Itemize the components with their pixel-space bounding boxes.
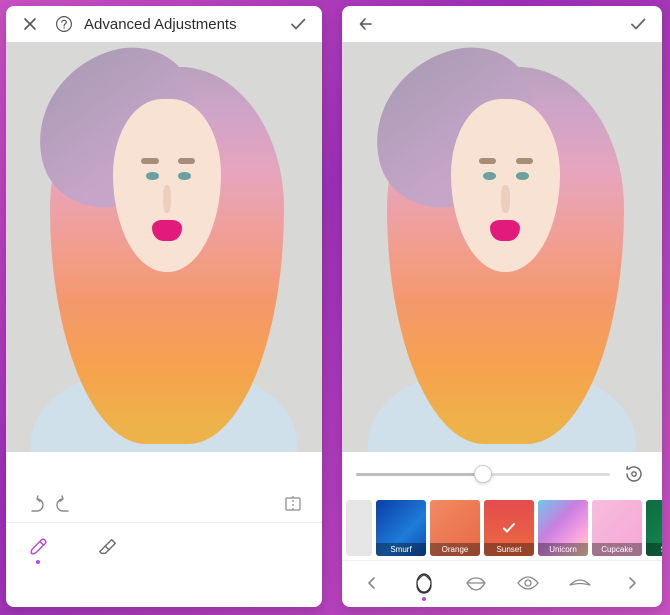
undo-button[interactable] — [20, 494, 50, 514]
color-swatch-row: Smurf Orange Sunset Unicorn Cupcake Sprite — [342, 496, 662, 560]
confirm-button[interactable] — [624, 10, 652, 38]
brush-tool[interactable] — [16, 536, 60, 564]
swatch-unicorn[interactable]: Unicorn — [538, 500, 588, 556]
feature-nav-left[interactable] — [354, 576, 390, 590]
history-row — [6, 452, 322, 522]
close-button[interactable] — [16, 10, 44, 38]
swatch-cupcake[interactable]: Cupcake — [592, 500, 642, 556]
swatch-label: Sprite — [646, 543, 662, 556]
swatch-orange[interactable]: Orange — [430, 500, 480, 556]
redo-button[interactable] — [50, 494, 80, 514]
help-icon[interactable] — [50, 10, 78, 38]
swatch-prev-peek[interactable] — [346, 500, 372, 556]
compare-split-button[interactable] — [278, 494, 308, 514]
edit-canvas[interactable] — [6, 42, 322, 452]
feature-hair[interactable] — [406, 571, 442, 595]
check-icon — [484, 500, 534, 556]
feature-nav-right[interactable] — [614, 576, 650, 590]
preview-canvas[interactable] — [342, 42, 662, 452]
tools-row — [6, 522, 322, 576]
topbar-left: Advanced Adjustments — [6, 6, 322, 42]
reset-slider-button[interactable] — [620, 463, 648, 485]
intensity-slider[interactable] — [356, 473, 610, 476]
eraser-tool[interactable] — [86, 536, 130, 564]
swatch-smurf[interactable]: Smurf — [376, 500, 426, 556]
swatch-sunset[interactable]: Sunset — [484, 500, 534, 556]
swatch-label: Cupcake — [592, 543, 642, 556]
feature-eyes[interactable] — [510, 571, 546, 595]
feature-lips[interactable] — [458, 571, 494, 595]
swatch-label: Unicorn — [538, 543, 588, 556]
slider-row — [342, 452, 662, 496]
swatch-label: Orange — [430, 543, 480, 556]
screen-adjustments: Advanced Adjustments — [6, 6, 322, 607]
swatch-sprite[interactable]: Sprite — [646, 500, 662, 556]
feature-row — [342, 560, 662, 604]
topbar-right — [342, 6, 662, 42]
feature-brows[interactable] — [562, 571, 598, 595]
page-title: Advanced Adjustments — [84, 16, 237, 33]
confirm-button[interactable] — [284, 10, 312, 38]
swatch-label: Smurf — [376, 543, 426, 556]
back-button[interactable] — [352, 10, 380, 38]
screen-color-picker: Smurf Orange Sunset Unicorn Cupcake Sprite — [342, 6, 662, 607]
lower-panel — [6, 452, 322, 607]
